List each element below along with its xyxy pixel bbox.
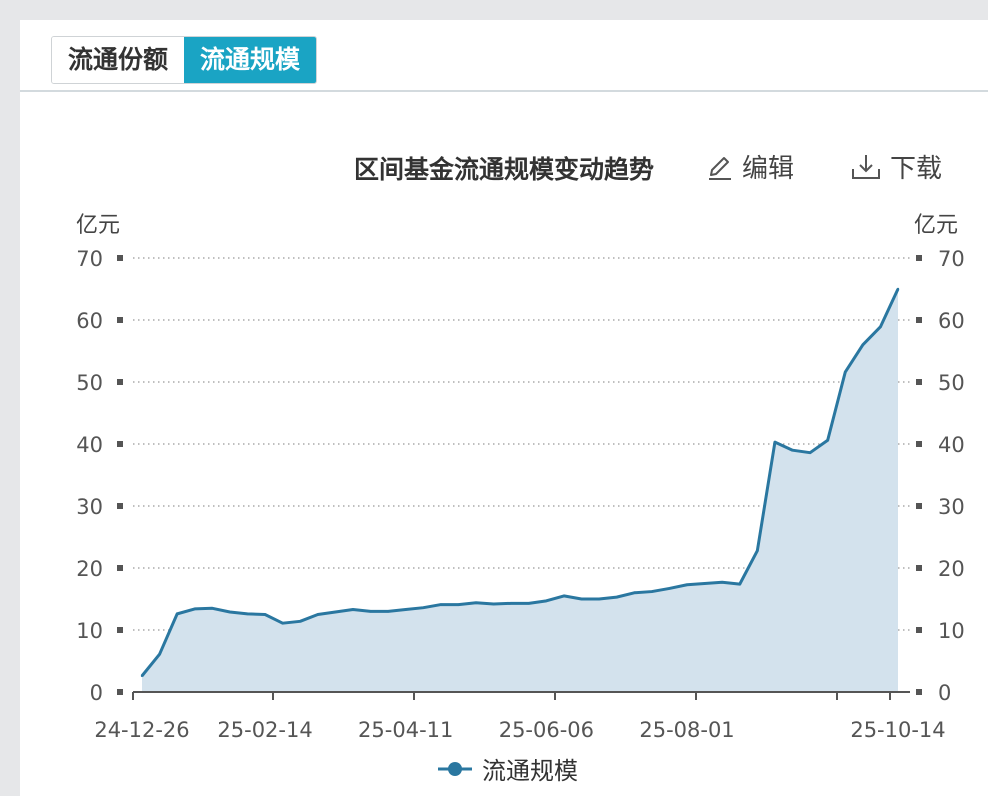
legend-marker	[448, 762, 462, 776]
data-point	[633, 591, 636, 594]
y-tick-label-left: 30	[76, 495, 103, 519]
x-tick-label: 25-06-06	[499, 718, 594, 742]
y-tick-label-right: 70	[938, 247, 965, 271]
data-point	[861, 343, 865, 346]
data-point	[738, 582, 741, 586]
y-tick-label-right: 10	[938, 619, 965, 643]
data-point	[457, 603, 460, 606]
data-point	[140, 674, 144, 678]
y-tick-label-left: 0	[90, 681, 103, 705]
y-tick-label-left: 70	[76, 247, 103, 271]
data-point	[791, 449, 794, 452]
y-tick-mark-right	[916, 441, 922, 447]
data-point	[720, 581, 724, 584]
data-point	[808, 451, 812, 454]
y-tick-mark-right	[916, 565, 922, 571]
data-point	[246, 612, 249, 616]
data-point	[685, 583, 689, 586]
series-group	[140, 287, 900, 692]
y-tick-label-right: 50	[938, 371, 965, 395]
x-tick-label: 24-12-26	[94, 718, 189, 742]
x-tick-label: 25-04-11	[358, 718, 453, 742]
series-area	[142, 289, 898, 692]
y-tick-mark-right	[916, 627, 922, 633]
legend-label: 流通规模	[482, 757, 578, 785]
data-point	[369, 610, 372, 613]
data-point	[650, 590, 654, 593]
data-point	[351, 608, 355, 611]
data-point	[492, 602, 495, 606]
y-tick-label-right: 40	[938, 433, 965, 457]
data-point	[211, 607, 214, 610]
data-point	[773, 440, 777, 444]
y-tick-mark-left	[117, 317, 123, 323]
y-tick-mark-left	[117, 689, 123, 695]
chart-svg: 0 0 10 10 20 20 30 30 40 40 50 50 60 60 70 70 24-12-26 25…	[76, 213, 965, 785]
data-point	[316, 613, 320, 616]
data-point	[668, 587, 671, 590]
data-point	[228, 610, 232, 614]
data-point	[404, 608, 407, 611]
data-point	[826, 439, 829, 442]
y-tick-label-right: 30	[938, 495, 965, 519]
y-tick-mark-left	[117, 627, 123, 633]
x-tick-label: 25-10-14	[850, 718, 945, 742]
legend: 流通规模	[438, 757, 578, 785]
y-tick-label-right: 20	[938, 557, 965, 581]
data-point	[175, 612, 179, 616]
data-point	[334, 610, 337, 614]
y-tick-mark-left	[117, 379, 123, 385]
y-tick-mark-right	[916, 317, 922, 323]
x-tick-label: 25-08-01	[639, 718, 734, 742]
data-point	[299, 620, 302, 623]
y-tick-label-left: 40	[76, 433, 103, 457]
y-tick-mark-right	[916, 379, 922, 385]
data-point	[562, 594, 566, 598]
data-point	[422, 606, 425, 609]
data-point	[158, 652, 161, 656]
y-tick-label-left: 20	[76, 557, 103, 581]
y-tick-label-left: 50	[76, 371, 103, 395]
y-tick-label-right: 0	[938, 681, 951, 705]
data-point	[474, 601, 478, 604]
y-tick-label-right: 60	[938, 309, 965, 333]
y-tick-mark-right	[916, 689, 922, 695]
data-point	[580, 597, 583, 601]
data-point	[545, 599, 548, 603]
y-tick-mark-right	[916, 503, 922, 509]
y-axis-label-left: 亿元	[76, 213, 120, 238]
y-axis-label-right: 亿元	[914, 213, 958, 238]
y-tick-mark-left	[117, 565, 123, 571]
data-point	[510, 602, 513, 605]
data-point	[844, 370, 847, 374]
data-point	[386, 610, 390, 613]
data-point	[263, 613, 267, 616]
data-point	[703, 582, 706, 585]
data-point	[879, 325, 882, 329]
data-point	[193, 607, 196, 611]
data-point	[896, 287, 900, 291]
y-tick-mark-left	[117, 255, 123, 261]
data-point	[756, 549, 759, 552]
y-tick-label-left: 10	[76, 619, 103, 643]
data-point	[527, 602, 530, 605]
data-point	[615, 595, 618, 599]
y-tick-mark-right	[916, 255, 922, 261]
data-point	[597, 597, 601, 601]
x-tick-label: 25-02-14	[217, 718, 312, 742]
data-point	[439, 603, 443, 606]
y-tick-mark-left	[117, 503, 123, 509]
data-point	[281, 621, 284, 625]
y-tick-label-left: 60	[76, 309, 103, 333]
y-tick-mark-left	[117, 441, 123, 447]
